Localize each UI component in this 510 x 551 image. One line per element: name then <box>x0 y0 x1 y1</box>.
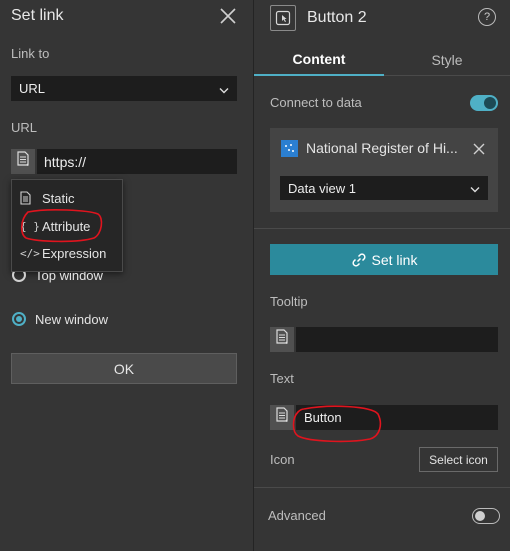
widget-title: Button 2 <box>307 9 367 26</box>
document-icon <box>20 191 42 205</box>
ok-button[interactable]: OK <box>11 353 237 384</box>
url-input[interactable]: https:// <box>37 149 237 174</box>
menu-item-label: Static <box>42 190 75 206</box>
chevron-down-icon <box>470 181 480 196</box>
menu-item-static[interactable]: Static <box>12 185 122 211</box>
menu-item-label: Attribute <box>42 218 91 234</box>
advanced-label: Advanced <box>268 508 326 523</box>
tab-content[interactable]: Content <box>254 44 384 76</box>
link-to-value: URL <box>19 81 46 96</box>
menu-edge <box>11 262 123 272</box>
panel-title: Set link <box>11 7 64 24</box>
text-label: Text <box>270 371 294 386</box>
document-icon <box>275 407 289 428</box>
radio-new-window[interactable] <box>12 312 26 326</box>
select-icon-button[interactable]: Select icon <box>419 447 498 472</box>
button-widget-icon <box>270 5 296 31</box>
section-divider <box>254 487 510 488</box>
menu-item-label: Expression <box>42 245 107 261</box>
icon-label: Icon <box>270 452 295 467</box>
dataview-value: Data view 1 <box>288 180 356 196</box>
menu-item-attribute[interactable]: { } Attribute <box>12 213 122 239</box>
curly-braces-icon: { } <box>20 219 40 233</box>
set-link-button[interactable]: Set link <box>270 244 498 275</box>
tooltip-label: Tooltip <box>270 294 308 309</box>
remove-datasource-icon[interactable] <box>472 142 486 156</box>
chevron-down-icon <box>219 81 229 96</box>
link-to-label: Link to <box>11 46 50 61</box>
connect-data-label: Connect to data <box>270 95 362 110</box>
url-mode-menu: Static { } Attribute </> Expression <box>11 179 123 272</box>
dataview-select[interactable]: Data view 1 <box>280 176 488 200</box>
document-icon <box>16 151 30 172</box>
close-icon[interactable] <box>218 6 238 26</box>
datasource-name: National Register of Hi... <box>306 140 458 156</box>
text-mode-button[interactable] <box>270 405 294 430</box>
url-label: URL <box>11 120 38 135</box>
code-icon: </> <box>20 246 40 260</box>
datasource-icon <box>281 140 298 157</box>
help-icon[interactable]: ? <box>478 8 496 26</box>
document-icon <box>275 329 289 350</box>
link-icon <box>351 252 367 268</box>
tab-style[interactable]: Style <box>384 44 510 76</box>
tooltip-mode-button[interactable] <box>270 327 294 352</box>
connect-data-toggle[interactable] <box>470 95 498 111</box>
radio-new-window-label: New window <box>35 312 108 327</box>
text-input[interactable]: Button <box>296 405 498 430</box>
advanced-toggle[interactable] <box>472 508 500 524</box>
link-to-select[interactable]: URL <box>11 76 237 101</box>
section-divider <box>254 228 510 229</box>
set-link-label: Set link <box>371 251 418 268</box>
url-mode-button[interactable] <box>11 149 35 174</box>
tooltip-input[interactable] <box>296 327 498 352</box>
